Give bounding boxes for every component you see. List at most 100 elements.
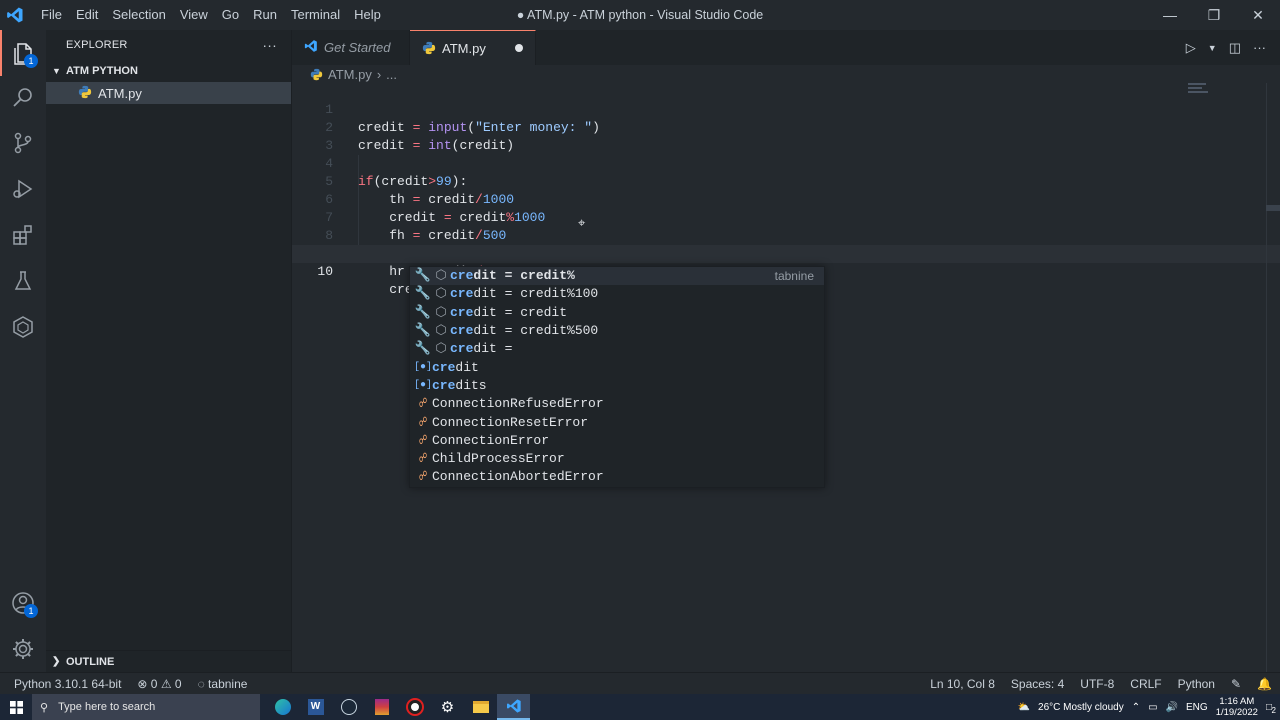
unsaved-dot-icon[interactable] (515, 44, 523, 52)
word-icon[interactable]: W (299, 694, 332, 720)
menu-bar: File Edit Selection View Go Run Terminal… (34, 0, 388, 30)
suggestion-match: cre (450, 268, 474, 284)
file-label: ATM.py (98, 85, 142, 101)
suggestion-item[interactable]: ☍ Connection Error (410, 432, 824, 450)
restore-button[interactable]: ❐ (1192, 0, 1236, 30)
weather-icon[interactable]: ⛅ (1018, 702, 1030, 713)
suggestion-rest: Error (510, 432, 550, 448)
menu-view[interactable]: View (173, 0, 215, 30)
network-icon[interactable]: ▭ (1148, 702, 1157, 713)
menu-help[interactable]: Help (347, 0, 388, 30)
file-item-atm-py[interactable]: ATM.py (46, 82, 291, 104)
language-indicator[interactable]: ENG (1186, 702, 1208, 713)
code-editor[interactable]: 1 credit = input("Enter money: ") 2 cred… (292, 83, 1280, 672)
editor-actions: ▷ ▼ ◫ ··· (1186, 30, 1266, 65)
breadcrumb-rest[interactable]: ... (386, 67, 397, 82)
suggestion-rest: dits (455, 377, 487, 393)
suggestion-item[interactable]: [●] cre dits (410, 377, 824, 395)
python-file-icon (422, 41, 436, 55)
outline-section[interactable]: ❯ OUTLINE (46, 650, 291, 672)
menu-file[interactable]: File (34, 0, 69, 30)
clock[interactable]: 1:16 AM 1/19/2022 (1216, 696, 1258, 718)
suggestion-item[interactable]: [●] cre dit (410, 358, 824, 376)
windows-start-icon[interactable] (0, 694, 32, 720)
tab-label: Get Started (324, 40, 391, 55)
vscode-taskbar-icon[interactable] (497, 694, 530, 720)
run-file-icon[interactable]: ▷ (1186, 40, 1196, 56)
more-actions-icon[interactable]: ··· (1253, 40, 1266, 55)
suggestion-item[interactable]: 🔧 ⬡ cre dit = credit (410, 304, 824, 322)
settings-gear-icon[interactable]: ⚙ (431, 694, 464, 720)
indentation[interactable]: Spaces: 4 (1003, 677, 1072, 691)
suggestion-item[interactable]: ☍ ConnectionAborted Error (410, 468, 824, 486)
cursor-position[interactable]: Ln 10, Col 8 (922, 677, 1003, 691)
suggestion-item[interactable]: ☍ ConnectionRe setError (410, 413, 824, 431)
taskbar-search-box[interactable]: ⚲ Type here to search (32, 694, 260, 720)
extensions-icon[interactable] (0, 212, 46, 258)
problems-indicator[interactable]: ⊗ 0 ⚠ 0 (129, 677, 189, 691)
winrar-icon[interactable] (365, 694, 398, 720)
close-button[interactable]: ✕ (1236, 0, 1280, 30)
accounts-icon[interactable]: 1 (0, 580, 46, 626)
encoding[interactable]: UTF-8 (1072, 677, 1122, 691)
suggestion-item[interactable]: 🔧 ⬡ cre dit = credit%500 (410, 322, 824, 340)
testing-icon[interactable] (0, 258, 46, 304)
search-icon: ⚲ (40, 701, 49, 714)
more-actions-icon[interactable]: ··· (262, 37, 277, 53)
line-number: 10 (317, 264, 333, 279)
tab-atm-py[interactable]: ATM.py (410, 30, 536, 65)
suggestion-match: Connection (432, 432, 511, 448)
minimap[interactable] (1188, 83, 1218, 97)
code-line: 7 fh = credit/500 (292, 191, 1280, 243)
run-debug-icon[interactable] (0, 166, 46, 212)
suggestion-rest: dit = credit%100 (473, 286, 599, 302)
search-placeholder: Type here to search (58, 701, 156, 713)
clock-time: 1:16 AM (1219, 696, 1255, 707)
vertical-scrollbar[interactable] (1266, 83, 1280, 672)
notifications-bell-icon[interactable]: 🔔 (1249, 677, 1280, 691)
minimize-button[interactable]: — (1148, 0, 1192, 30)
source-control-icon[interactable] (0, 120, 46, 166)
suggestion-item[interactable]: 🔧 ⬡ cre dit = (410, 340, 824, 358)
menu-selection[interactable]: Selection (105, 0, 172, 30)
volume-icon[interactable]: 🔊 (1166, 702, 1178, 713)
suggestion-item[interactable]: ☍ ChildProcess Error (410, 450, 824, 468)
menu-go[interactable]: Go (215, 0, 246, 30)
wrench-icon: 🔧 (414, 341, 432, 357)
chevron-up-icon[interactable]: ⌃ (1132, 702, 1140, 713)
tabnine-icon: ⬡ (435, 304, 447, 320)
split-editor-icon[interactable]: ◫ (1229, 40, 1241, 56)
class-icon: ☍ (419, 432, 427, 448)
suggestion-item[interactable]: ☍ ConnectionRe fusedError (410, 395, 824, 413)
notification-center-icon[interactable]: □ 2 (1266, 702, 1276, 715)
tab-get-started[interactable]: Get Started (292, 30, 410, 65)
menu-terminal[interactable]: Terminal (284, 0, 347, 30)
tabnine-icon: ⬡ (435, 286, 447, 302)
weather-text[interactable]: 26°C Mostly cloudy (1038, 702, 1124, 713)
run-dropdown-icon[interactable]: ▼ (1208, 43, 1217, 53)
end-of-line[interactable]: CRLF (1122, 677, 1169, 691)
obs-record-icon[interactable] (398, 694, 431, 720)
variable-icon: [●] (414, 379, 433, 391)
search-icon[interactable] (0, 74, 46, 120)
edge-browser-icon[interactable] (266, 694, 299, 720)
system-tray: ⛅ 26°C Mostly cloudy ⌃ ▭ 🔊 ENG 1:16 AM 1… (1018, 696, 1280, 718)
tabnine-hub-icon[interactable] (0, 304, 46, 350)
settings-gear-icon[interactable] (0, 626, 46, 672)
folder-section-atm-python[interactable]: ▼ ATM PYTHON (46, 60, 291, 82)
breadcrumb-file[interactable]: ATM.py (328, 67, 372, 82)
notification-count: 2 (1271, 705, 1276, 715)
explorer-icon[interactable]: 1 (0, 30, 46, 76)
suggestion-item[interactable]: 🔧 ⬡ cre dit = credit% tabnine (410, 267, 824, 286)
file-explorer-icon[interactable] (464, 694, 497, 720)
scrollbar-thumb[interactable] (1266, 205, 1280, 211)
tabnine-status[interactable]: ◌ tabnine (190, 677, 256, 691)
feedback-icon[interactable]: ✎ (1223, 677, 1249, 691)
steam-icon[interactable] (332, 694, 365, 720)
menu-edit[interactable]: Edit (69, 0, 105, 30)
suggestion-item[interactable]: 🔧 ⬡ cre dit = credit%100 (410, 285, 824, 303)
tabnine-icon: ⬡ (435, 341, 447, 357)
language-mode[interactable]: Python (1170, 677, 1223, 691)
menu-run[interactable]: Run (246, 0, 284, 30)
python-interpreter[interactable]: Python 3.10.1 64-bit (0, 677, 129, 691)
